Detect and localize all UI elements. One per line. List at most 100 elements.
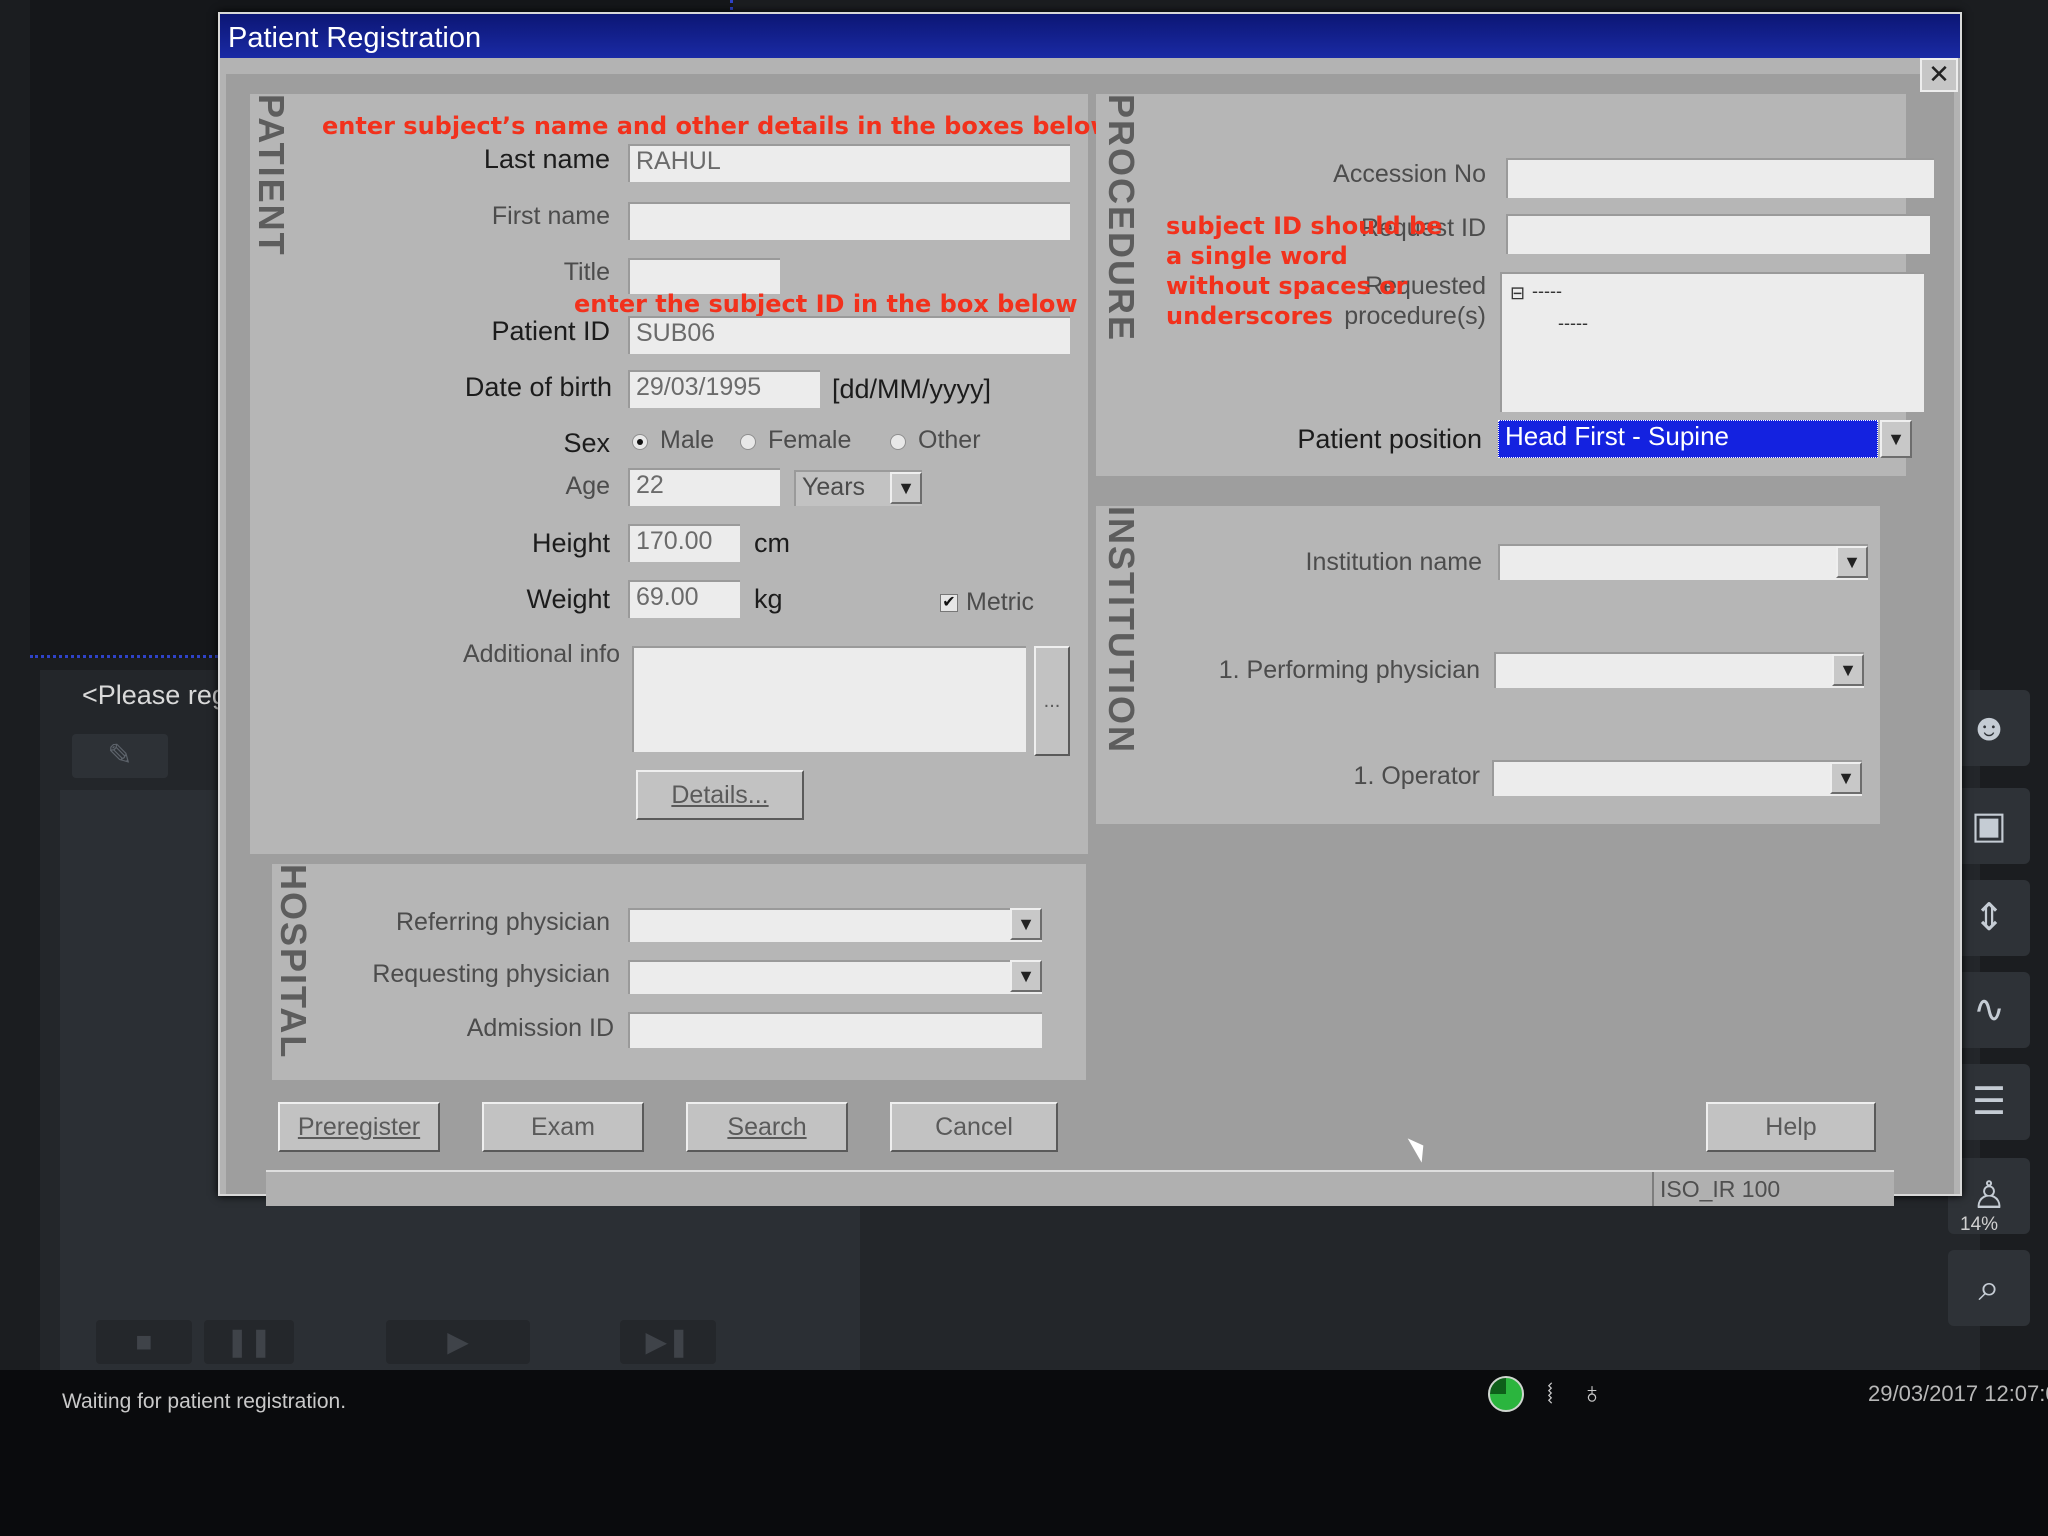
patient-position-dropdown-button[interactable]: ▼ xyxy=(1880,420,1912,458)
dialog-title: Patient Registration xyxy=(228,22,482,54)
performing-physician-dropdown-button[interactable]: ▼ xyxy=(1832,654,1864,686)
tree-root-item[interactable]: ----- xyxy=(1532,276,1562,306)
id-annotation: enter the subject ID in the box below xyxy=(574,290,1078,318)
institution-name-dropdown-button[interactable]: ▼ xyxy=(1836,546,1868,578)
procedure-annotation-line3: without spaces or xyxy=(1166,272,1408,300)
progress-pie-icon xyxy=(1488,1376,1524,1412)
first-name-label: First name xyxy=(491,202,610,230)
additional-info-field[interactable] xyxy=(632,646,1026,752)
close-button[interactable]: ✕ xyxy=(1920,58,1958,92)
sex-female-radio[interactable] xyxy=(740,434,756,450)
operator-select[interactable] xyxy=(1492,760,1862,796)
accession-field[interactable] xyxy=(1506,158,1934,198)
metric-label: Metric xyxy=(966,588,1035,616)
headset-icon: ♁ xyxy=(1580,1377,1604,1410)
checkmark-icon: ✔ xyxy=(942,594,956,611)
hospital-section-label: HOSPITAL xyxy=(273,864,314,1060)
dob-field[interactable]: 29/03/1995 xyxy=(628,370,820,408)
mouse-cursor-icon xyxy=(1407,1133,1431,1163)
close-icon: ✕ xyxy=(1928,59,1950,89)
metric-checkbox[interactable]: ✔ xyxy=(940,594,958,612)
performing-physician-label: 1. Performing physician xyxy=(1218,656,1480,684)
institution-group: INSTITUTION Institution name ▼ 1. Perfor… xyxy=(1096,506,1880,824)
procedure-group: PROCEDURE Accession No Request ID Reques… xyxy=(1096,94,1934,476)
referring-physician-select[interactable] xyxy=(628,908,1042,942)
referring-physician-dropdown-button[interactable]: ▼ xyxy=(1010,908,1042,940)
patient-position-select[interactable]: Head First - Supine xyxy=(1498,420,1878,458)
sex-male-radio[interactable] xyxy=(632,434,648,450)
sex-other-radio[interactable] xyxy=(890,434,906,450)
chevron-down-icon: ▼ xyxy=(1837,768,1855,788)
sex-male-label: Male xyxy=(660,426,715,454)
charset-indicator: ISO_IR 100 xyxy=(1652,1172,1894,1206)
sex-female-label: Female xyxy=(768,426,852,454)
height-unit: cm xyxy=(754,528,790,558)
dialog-status-bar: ISO_IR 100 xyxy=(266,1170,1894,1206)
sex-other-label: Other xyxy=(918,426,981,454)
operator-label: 1. Operator xyxy=(1353,762,1480,790)
exam-button[interactable]: Exam xyxy=(482,1102,644,1152)
weight-field[interactable]: 69.00 xyxy=(628,580,740,618)
scan-head-icon: ▣ xyxy=(1971,805,2007,847)
height-field[interactable]: 170.00 xyxy=(628,524,740,562)
help-button[interactable]: Help xyxy=(1706,1102,1876,1152)
age-unit-dropdown-button[interactable]: ▼ xyxy=(890,472,922,504)
institution-section-label: INSTITUTION xyxy=(1101,506,1142,754)
details-button[interactable]: Details... xyxy=(636,770,804,820)
edit-pencil-button[interactable]: ✎ xyxy=(72,734,168,778)
last-name-field[interactable]: RAHUL xyxy=(628,144,1070,182)
requesting-physician-select[interactable] xyxy=(628,960,1042,994)
request-id-field[interactable] xyxy=(1506,214,1930,254)
procedure-annotation-line2: a single word xyxy=(1166,242,1348,270)
tree-child-item[interactable]: ----- xyxy=(1558,308,1588,338)
institution-name-label: Institution name xyxy=(1305,548,1483,576)
play-button[interactable]: ▶ xyxy=(386,1320,530,1364)
chevron-down-icon: ▼ xyxy=(1843,552,1861,572)
additional-info-more-button[interactable]: ... xyxy=(1034,646,1070,756)
person-icon: ♙ xyxy=(1971,1175,2007,1217)
chevron-down-icon: ▼ xyxy=(1839,660,1857,680)
preregister-button[interactable]: Preregister xyxy=(278,1102,440,1152)
search-icon: ⌕ xyxy=(1978,1267,2000,1309)
ecg-icon: ∿ xyxy=(1973,989,2005,1031)
pause-button[interactable]: ❚❚ xyxy=(204,1320,294,1364)
operator-dropdown-button[interactable]: ▼ xyxy=(1830,762,1862,794)
performing-physician-select[interactable] xyxy=(1494,652,1864,688)
requesting-physician-dropdown-button[interactable]: ▼ xyxy=(1010,960,1042,992)
hospital-group: HOSPITAL Referring physician ▼ Requestin… xyxy=(272,864,1086,1080)
patient-id-field[interactable]: SUB06 xyxy=(628,316,1070,354)
title-bar: Patient Registration xyxy=(220,14,1960,58)
admission-id-label: Admission ID xyxy=(466,1014,614,1042)
additional-info-label: Additional info xyxy=(462,640,620,668)
sex-label: Sex xyxy=(563,428,610,458)
chevron-down-icon: ▼ xyxy=(1017,966,1035,986)
admission-id-field[interactable] xyxy=(628,1012,1042,1048)
search-button-side[interactable]: ⌕ xyxy=(1948,1250,2030,1326)
load-percent: 14% xyxy=(1960,1214,1999,1235)
weight-label: Weight xyxy=(526,584,610,614)
search-button[interactable]: Search xyxy=(686,1102,848,1152)
requested-procedures-tree[interactable]: ⊟ ----- ----- xyxy=(1500,272,1924,412)
head-icon: ☻ xyxy=(1969,707,2009,749)
patient-group: PATIENT enter subject’s name and other d… xyxy=(250,94,1113,854)
stop-icon: ■ xyxy=(135,1326,153,1357)
pause-icon: ❚❚ xyxy=(225,1326,273,1357)
title-field[interactable] xyxy=(628,258,780,294)
last-name-label: Last name xyxy=(483,144,610,174)
patient-section-label: PATIENT xyxy=(251,94,292,257)
chevron-down-icon: ▼ xyxy=(1017,914,1035,934)
cancel-button[interactable]: Cancel xyxy=(890,1102,1058,1152)
patient-move-icon: ⇕ xyxy=(1973,897,2005,939)
tree-collapse-icon[interactable]: ⊟ xyxy=(1510,278,1525,308)
skip-icon: ▶❚ xyxy=(645,1326,691,1357)
stop-button[interactable]: ■ xyxy=(96,1320,192,1364)
accession-label: Accession No xyxy=(1333,160,1486,188)
procedure-section-label: PROCEDURE xyxy=(1101,94,1142,343)
weight-unit: kg xyxy=(754,584,783,614)
institution-name-select[interactable] xyxy=(1498,544,1868,580)
first-name-field[interactable] xyxy=(628,202,1070,240)
skip-button[interactable]: ▶❚ xyxy=(620,1320,716,1364)
age-field[interactable]: 22 xyxy=(628,468,780,506)
waveform-icon: ⧙ xyxy=(1546,1377,1554,1410)
datetime: 29/03/2017 12:07:0 xyxy=(1868,1381,2048,1406)
